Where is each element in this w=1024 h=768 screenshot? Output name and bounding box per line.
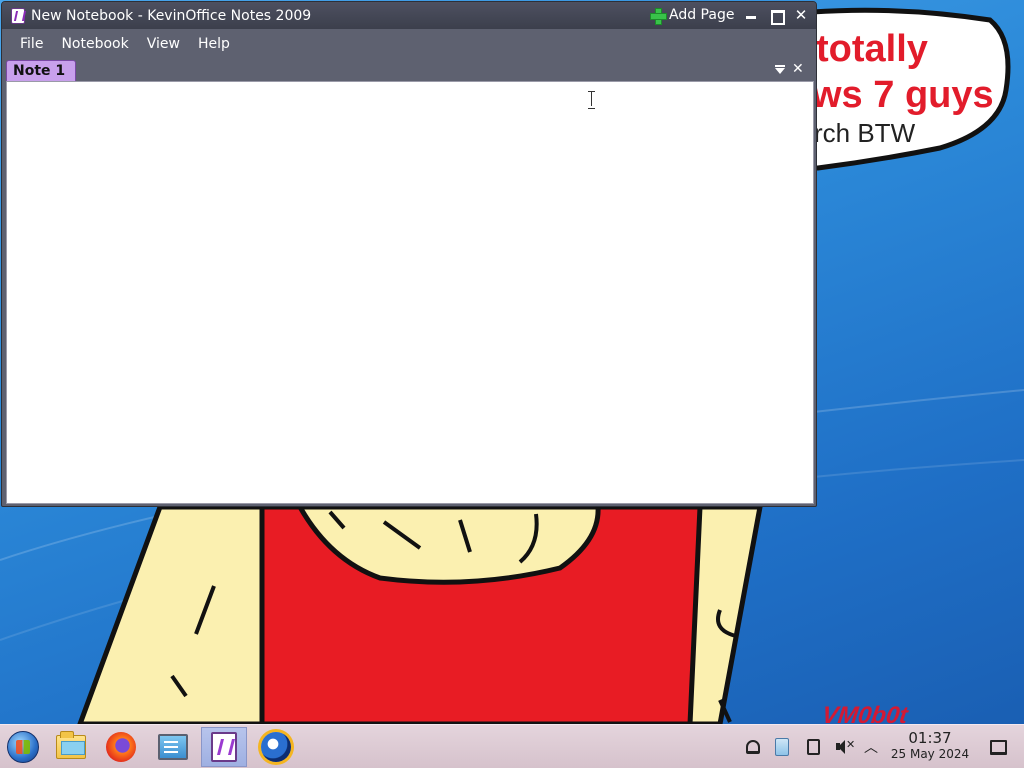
minimize-icon[interactable] — [744, 8, 758, 22]
note-tab-bar: Note 1 ✕ — [2, 59, 816, 81]
maximize-icon[interactable] — [769, 8, 785, 25]
tab-note-1[interactable]: Note 1 — [6, 60, 76, 81]
bell-icon[interactable] — [742, 725, 764, 768]
bubble-text-line-2: ws 7 guys — [812, 74, 994, 116]
tab-close-icon[interactable]: ✕ — [792, 61, 804, 77]
window-titlebar[interactable]: New Notebook - KevinOffice Notes 2009 Ad… — [2, 2, 816, 29]
taskbar-file-explorer[interactable] — [48, 727, 94, 767]
start-button[interactable] — [0, 727, 46, 767]
menu-bar: File Notebook View Help — [2, 29, 816, 59]
taskbar-firefox[interactable] — [98, 727, 144, 767]
taskbar-globe-app[interactable] — [253, 727, 299, 767]
menu-view[interactable]: View — [138, 36, 189, 52]
menu-file[interactable]: File — [11, 36, 52, 52]
start-orb-icon — [7, 731, 39, 763]
notes-window: New Notebook - KevinOffice Notes 2009 Ad… — [1, 1, 817, 507]
chevron-up-icon[interactable]: ︿ — [862, 725, 880, 768]
add-page-label: Add Page — [669, 7, 735, 23]
close-icon[interactable]: ✕ — [794, 8, 808, 23]
volume-muted-icon[interactable]: ✕ — [832, 725, 855, 768]
bubble-text-line-1: totally — [816, 28, 928, 70]
window-title: New Notebook - KevinOffice Notes 2009 — [31, 7, 312, 24]
taskbar: ✕ ︿ 01:37 25 May 2024 — [0, 724, 1024, 768]
file-explorer-icon — [56, 731, 86, 759]
globe-icon — [261, 732, 291, 762]
plus-icon — [650, 7, 667, 25]
taskbar-system-monitor[interactable] — [150, 727, 196, 767]
notes-app-icon — [11, 7, 25, 24]
show-desktop-icon[interactable] — [988, 725, 1008, 768]
kevinoffice-notes-icon — [211, 732, 237, 762]
taskbar-kevinoffice-notes[interactable] — [201, 727, 247, 767]
wallpaper-signature: VM0b0t — [820, 702, 910, 724]
bubble-text-line-3: rch BTW — [814, 118, 916, 148]
note-editor[interactable] — [6, 81, 814, 504]
firefox-icon — [106, 732, 136, 762]
clipboard-icon[interactable] — [802, 725, 824, 768]
menu-notebook[interactable]: Notebook — [52, 36, 137, 52]
tab-list-dropdown-icon[interactable] — [774, 64, 786, 76]
taskbar-clock[interactable]: 01:37 25 May 2024 — [886, 730, 974, 762]
menu-help[interactable]: Help — [189, 36, 239, 52]
clock-time: 01:37 — [908, 729, 952, 747]
system-monitor-icon — [158, 734, 188, 760]
clock-date: 25 May 2024 — [890, 747, 970, 761]
text-cursor-icon — [588, 91, 595, 109]
add-page-button[interactable]: Add Page — [650, 7, 735, 25]
clipboard-app-icon[interactable] — [771, 725, 793, 768]
